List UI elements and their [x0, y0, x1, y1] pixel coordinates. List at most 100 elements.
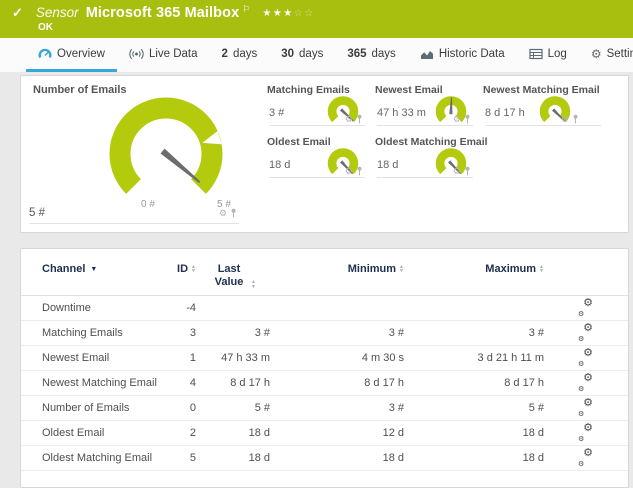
gauge-tile-newest-email[interactable]: Newest Email 47 h 33 m ⚙ — [375, 84, 473, 126]
cell-minimum: 18 d — [382, 452, 404, 464]
column-label: Channel — [42, 263, 86, 275]
column-header-id[interactable]: ID ▲ ▼ — [162, 263, 196, 275]
tab-label: days — [232, 47, 258, 60]
cell-id: 4 — [189, 377, 196, 389]
gauge-icon — [38, 47, 52, 60]
star-filled-icon[interactable]: ★ — [283, 8, 293, 19]
tab-2-days[interactable]: 2 days — [210, 38, 270, 72]
sort-icon: ▲ ▼ — [539, 263, 544, 274]
column-header-max[interactable]: Maximum ▲ ▼ — [404, 263, 544, 275]
tab-number: 2 — [221, 47, 228, 60]
cell-minimum: 4 m 30 s — [361, 352, 404, 364]
divider — [377, 177, 473, 178]
priority-stars[interactable]: ★★★☆☆ — [262, 8, 314, 19]
column-header-channel[interactable]: Channel ▼ — [42, 263, 162, 275]
divider — [485, 125, 601, 126]
divider — [377, 125, 473, 126]
star-empty-icon[interactable]: ☆ — [304, 8, 314, 19]
tile-actions: ⚙ — [345, 114, 363, 124]
channel-settings-icon[interactable]: ⚙ ⚙ — [578, 297, 593, 318]
divider — [269, 125, 365, 126]
table-row-oldest-email[interactable]: Oldest Email 2 18 d 12 d 18 d ⚙ ⚙ — [21, 421, 628, 446]
gear-icon[interactable]: ⚙ — [453, 166, 461, 176]
pin-icon[interactable] — [464, 114, 471, 124]
pin-icon[interactable] — [230, 208, 237, 218]
gauge-tile-oldest-matching-email[interactable]: Oldest Matching Email 18 d ⚙ — [375, 136, 488, 178]
star-filled-icon[interactable]: ★ — [262, 8, 272, 19]
pin-icon[interactable] — [356, 114, 363, 124]
pin-icon[interactable] — [464, 166, 471, 176]
column-label: ID — [177, 263, 189, 275]
gauge-tile-oldest-email[interactable]: Oldest Email 18 d ⚙ — [267, 136, 365, 178]
column-label: Last Value — [214, 263, 244, 288]
gauge-needle — [160, 148, 201, 184]
cell-channel: Oldest Email — [42, 427, 105, 439]
cell-id: 2 — [189, 427, 196, 439]
prtg-sensor-page: ✓ Sensor Microsoft 365 Mailbox ⚐ ★★★☆☆ O… — [0, 0, 633, 488]
gauges-panel: Number of Emails 0 # 5 # 5 # ⚙ Matching … — [20, 75, 629, 233]
table-row-downtime[interactable]: Downtime -4 ⚙ ⚙ — [21, 296, 628, 321]
channel-table-header: Channel ▼ ID ▲ ▼ Last Value ▲ ▼ Minimum ▲ ▼ Maximum… — [21, 263, 628, 296]
tab-settings[interactable]: ⚙ Settings — [579, 38, 633, 72]
channel-settings-icon[interactable]: ⚙ ⚙ — [578, 347, 593, 368]
tab-365-days[interactable]: 365 days — [335, 38, 407, 72]
table-row-matching-emails[interactable]: Matching Emails 3 3 # 3 # 3 # ⚙ ⚙ — [21, 321, 628, 346]
table-row-oldest-matching-email[interactable]: Oldest Matching Email 5 18 d 18 d 18 d ⚙… — [21, 446, 628, 471]
cell-minimum — [270, 296, 404, 320]
cell-maximum: 18 d — [522, 452, 544, 464]
settings-icon: ⚙ — [590, 46, 602, 61]
gauge-tile-matching-emails[interactable]: Matching Emails 3 # ⚙ — [267, 84, 365, 126]
gear-icon[interactable]: ⚙ — [219, 208, 227, 218]
sensor-status-text: OK — [38, 22, 53, 33]
gear-icon[interactable]: ⚙ — [345, 166, 353, 176]
log-icon — [529, 48, 543, 60]
pin-icon[interactable] — [356, 166, 363, 176]
main-gauge-tile[interactable]: Number of Emails 0 # 5 # 5 # ⚙ — [21, 76, 249, 232]
gear-icon[interactable]: ⚙ — [453, 114, 461, 124]
cell-last-value: 18 d — [248, 452, 270, 464]
status-ok-check-icon: ✓ — [12, 5, 23, 20]
tab-live-data[interactable]: Live Data — [117, 38, 210, 72]
gauge-tile-newest-matching-email[interactable]: Newest Matching Email 8 d 17 h ⚙ — [483, 84, 601, 126]
gauge-value: 47 h 33 m — [377, 107, 426, 119]
sensor-tab-bar: Overview Live Data 2 days 30 days 365 da… — [0, 38, 633, 72]
cell-maximum — [404, 296, 544, 320]
column-header-min[interactable]: Minimum ▲ ▼ — [270, 263, 404, 275]
tab-historic-data[interactable]: Historic Data — [408, 38, 517, 72]
cell-channel: Downtime — [42, 302, 91, 314]
star-empty-icon[interactable]: ☆ — [294, 8, 304, 19]
cell-maximum: 5 # — [528, 402, 544, 414]
channel-settings-icon[interactable]: ⚙ ⚙ — [578, 372, 593, 393]
gauge-scale-min: 0 # — [141, 199, 155, 210]
table-row-newest-matching-email[interactable]: Newest Matching Email 4 8 d 17 h 8 d 17 … — [21, 371, 628, 396]
channel-settings-icon[interactable]: ⚙ ⚙ — [578, 397, 593, 418]
cell-channel: Oldest Matching Email — [42, 452, 153, 464]
tile-actions: ⚙ — [453, 166, 471, 176]
table-row-number-of-emails[interactable]: Number of Emails 0 5 # 3 # 5 # ⚙ ⚙ — [21, 396, 628, 421]
table-row-newest-email[interactable]: Newest Email 1 47 h 33 m 4 m 30 s 3 d 21… — [21, 346, 628, 371]
flag-icon[interactable]: ⚐ — [242, 4, 250, 15]
channel-settings-icon[interactable]: ⚙ ⚙ — [578, 422, 593, 443]
channel-settings-icon[interactable]: ⚙ ⚙ — [578, 447, 593, 468]
tab-label: days — [371, 47, 396, 60]
sensor-header-line: ✓ Sensor Microsoft 365 Mailbox ⚐ ★★★☆☆ — [12, 4, 621, 21]
cell-channel: Newest Email — [42, 352, 110, 364]
mini-gauges-grid: Matching Emails 3 # ⚙ Newest Email 47 h … — [249, 76, 628, 232]
gear-icon[interactable]: ⚙ — [561, 114, 569, 124]
tab-30-days[interactable]: 30 days — [269, 38, 335, 72]
gear-icon[interactable]: ⚙ — [345, 114, 353, 124]
sort-icon: ▲ ▼ — [251, 279, 256, 290]
cell-minimum: 3 # — [388, 327, 404, 339]
tab-overview[interactable]: Overview — [26, 38, 117, 72]
cell-last-value: 8 d 17 h — [230, 377, 270, 389]
column-header-last[interactable]: Last Value ▲ ▼ — [196, 263, 270, 289]
cell-channel: Matching Emails — [42, 327, 123, 339]
star-filled-icon[interactable]: ★ — [273, 8, 283, 19]
tab-number: 365 — [347, 47, 367, 60]
tab-log[interactable]: Log — [517, 38, 579, 72]
pin-icon[interactable] — [572, 114, 579, 124]
cell-channel: Number of Emails — [42, 402, 130, 414]
tile-actions: ⚙ — [219, 208, 237, 218]
channel-settings-icon[interactable]: ⚙ ⚙ — [578, 322, 593, 343]
cell-last-value: 3 # — [254, 327, 270, 339]
